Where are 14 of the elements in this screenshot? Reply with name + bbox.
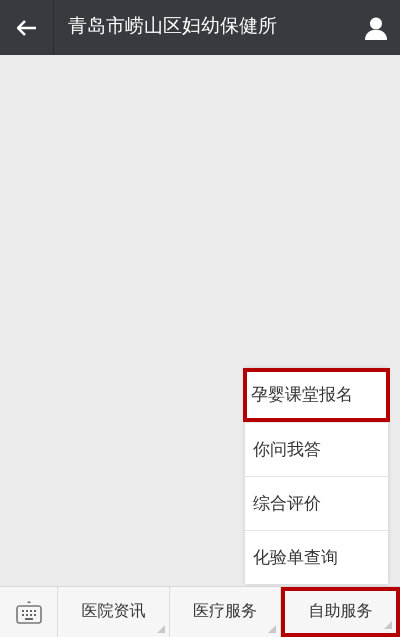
corner-triangle-icon bbox=[156, 625, 165, 633]
corner-triangle-icon bbox=[384, 621, 392, 629]
header-title: 青岛市崂山区妇幼保健所 bbox=[68, 15, 278, 40]
menu-item[interactable]: 你问我答 bbox=[245, 422, 388, 476]
menu-item[interactable]: 化验单查询 bbox=[245, 530, 388, 584]
corner-triangle-icon bbox=[268, 625, 276, 633]
back-arrow-icon bbox=[16, 20, 36, 36]
menu-item[interactable]: 孕婴课堂报名 bbox=[243, 368, 390, 422]
keyboard-icon bbox=[16, 600, 42, 624]
menu-tab[interactable]: 医疗服务 bbox=[170, 587, 282, 637]
menu-item[interactable]: 综合评价 bbox=[245, 476, 388, 530]
person-icon bbox=[364, 16, 388, 40]
menu-tab[interactable]: 自助服务 bbox=[281, 587, 400, 637]
menu-tab[interactable]: 医院资讯 bbox=[58, 587, 170, 637]
